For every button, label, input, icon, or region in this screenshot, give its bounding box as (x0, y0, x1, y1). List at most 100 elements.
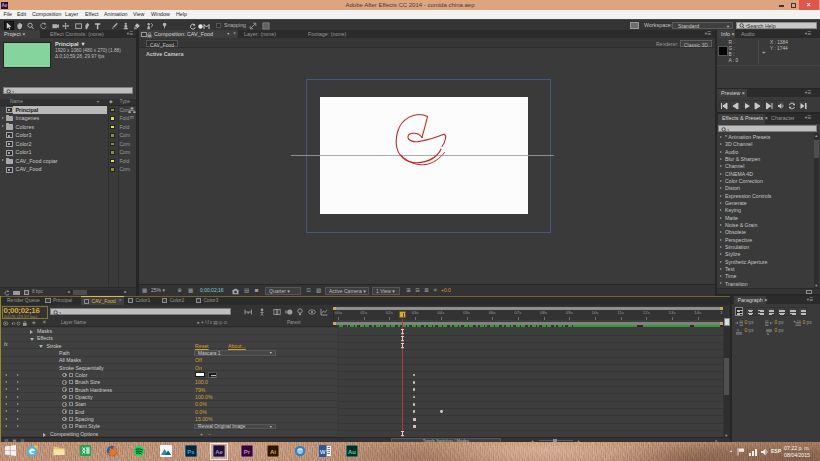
expander-icon[interactable] (2, 125, 4, 127)
grid-icon[interactable]: ▦ (187, 287, 194, 294)
taskbar-icon-audition[interactable]: Au (346, 445, 358, 457)
magnification-dropdown[interactable]: 25% ▾ (151, 288, 165, 293)
menu-composition[interactable]: Composition (32, 12, 61, 17)
expander-icon[interactable] (720, 187, 722, 189)
taskbar-icon-word[interactable]: w (319, 445, 331, 457)
keyframe-hold[interactable] (413, 418, 416, 421)
brainstorm-icon[interactable] (296, 308, 305, 316)
graph-toggle-icon[interactable] (69, 402, 73, 406)
viewer-timecode[interactable]: 0;00;02;16 (200, 288, 224, 293)
justify-last-left-button[interactable] (766, 307, 775, 316)
label-swatch[interactable] (110, 159, 115, 164)
zoom-tool-icon[interactable] (27, 22, 34, 30)
expander-icon[interactable] (720, 173, 722, 175)
label-swatch[interactable] (110, 108, 115, 113)
timeline-row-stroke[interactable]: fxStrokeResetAbout... (1, 342, 337, 349)
timeline-row-path[interactable]: PathMáscara 1▼ (1, 349, 337, 356)
prev-keyframe-icon[interactable] (5, 396, 7, 398)
taskbar-icon-photoshop[interactable]: Ps (185, 445, 197, 457)
panel-menu-icon[interactable]: ▾☰ (805, 32, 811, 37)
align-right-button[interactable] (756, 307, 765, 316)
graph-toggle-icon[interactable] (69, 417, 73, 421)
view-layout-dropdown[interactable]: 1 View ▾ (372, 287, 400, 295)
project-item-cav-food[interactable]: CAV_FoodCom (0, 166, 136, 174)
property-value[interactable]: 79% (195, 388, 205, 393)
hscroll-thumb[interactable] (73, 290, 87, 295)
roi-icon[interactable]: ⊡ (305, 287, 312, 294)
next-frame-button[interactable] (753, 100, 762, 109)
tab-paragraph-[interactable]: Paragraph × (734, 296, 766, 304)
label-swatch[interactable] (110, 125, 115, 130)
menu-effect[interactable]: Effect (85, 12, 98, 17)
taskbar-icon-file-explorer[interactable] (53, 445, 65, 456)
project-item-color1[interactable]: Color1Com (0, 149, 136, 157)
menu-animation[interactable]: Animation (104, 12, 128, 17)
project-list-header[interactable]: Name ▾ ◆ Type (0, 99, 136, 106)
expander-icon[interactable] (720, 202, 722, 204)
tab-audio[interactable]: Audio (737, 30, 755, 38)
menu-edit[interactable]: Edit (17, 12, 26, 17)
timeline-row-paint-style[interactable]: Paint StyleReveal Original Image▼ (1, 423, 337, 430)
brush-tool-icon[interactable] (111, 22, 118, 30)
loop-button[interactable] (787, 100, 796, 109)
property-value[interactable]: 15.00% (195, 417, 213, 422)
stopwatch-icon[interactable] (62, 424, 67, 429)
language-indicator[interactable]: ESP (771, 449, 781, 454)
close-button[interactable]: × (799, 0, 819, 10)
stopwatch-icon[interactable] (62, 387, 67, 392)
expander-icon[interactable] (720, 158, 722, 160)
expander-icon[interactable] (39, 345, 43, 348)
type-tool-icon[interactable] (94, 22, 101, 30)
previous-frame-button[interactable] (730, 100, 739, 109)
tab-composition-cav-food[interactable]: Composition: CAV_Food▼× (139, 30, 238, 38)
effect-category-obsolete[interactable]: Obsolete (717, 229, 813, 236)
taskbar-icon-excel[interactable] (80, 445, 91, 456)
show-snapshot-icon[interactable]: ▤ (243, 287, 250, 294)
align-center-button[interactable] (745, 307, 754, 316)
property-value[interactable]: 0.0% (195, 402, 207, 407)
new-folder-icon[interactable] (13, 291, 20, 296)
graph-toggle-icon[interactable] (69, 395, 73, 399)
project-hscrollbar[interactable]: ◀ ▶ (66, 290, 128, 296)
timeline-row-effects[interactable]: Effects (1, 335, 337, 342)
layer-name-column[interactable]: Layer Name (61, 321, 86, 326)
timeline-row-start[interactable]: Start0.0% (1, 401, 337, 408)
tray-clock-date[interactable]: 08/04/2015 (784, 453, 810, 458)
expander-icon[interactable] (720, 224, 722, 226)
ram-preview-button[interactable] (798, 100, 807, 109)
label-swatch[interactable] (110, 150, 115, 155)
taskbar-icon-illustrator[interactable]: Ai (267, 445, 279, 457)
graph-toggle-icon[interactable] (69, 380, 73, 384)
panel-menu-icon[interactable]: ▾☰ (805, 91, 811, 96)
next-keyframe-icon[interactable] (17, 388, 19, 390)
graph-toggle-icon[interactable] (69, 388, 73, 392)
taskbar-icon-windows-start[interactable] (5, 445, 16, 456)
timeline-row-spacing[interactable]: Spacing15.00% (1, 415, 337, 422)
taskbar-icon-after-effects[interactable]: Ae (213, 445, 225, 457)
scroll-right-icon[interactable]: ▶ (124, 291, 127, 295)
property-value[interactable]: 100.0% (195, 395, 213, 400)
shape-tool-icon[interactable] (75, 22, 82, 30)
interpret-footage-icon[interactable] (3, 290, 10, 296)
audio-button[interactable] (776, 100, 785, 109)
stopwatch-icon[interactable] (62, 380, 67, 385)
expander-icon[interactable] (30, 338, 34, 341)
prev-keyframe-icon[interactable] (5, 388, 7, 390)
timeline-row-brush-size[interactable]: Brush Size100.0 (1, 379, 337, 386)
menu-help[interactable]: Help (176, 12, 187, 17)
tab-effect-controls-none-[interactable]: Effect Controls: (none) (46, 30, 124, 38)
effect-category-text[interactable]: Text (717, 265, 813, 272)
expander-icon[interactable] (720, 195, 722, 197)
property-value[interactable]: 100.0 (195, 380, 208, 385)
expander-icon[interactable] (720, 165, 722, 167)
taskbar-icon-firefox[interactable] (106, 445, 118, 457)
volume-icon[interactable] (761, 448, 769, 456)
minimize-button[interactable] (779, 5, 784, 7)
clone-stamp-tool-icon[interactable] (122, 22, 129, 30)
menu-view[interactable]: View (133, 12, 144, 17)
prev-keyframe-icon[interactable] (5, 410, 7, 412)
safe-areas-icon[interactable]: ⊕ (176, 287, 183, 294)
column-type[interactable]: Type (120, 100, 130, 105)
timeline-row-masks[interactable]: Masks (1, 328, 337, 335)
effect-category-keying[interactable]: Keying (717, 207, 813, 214)
